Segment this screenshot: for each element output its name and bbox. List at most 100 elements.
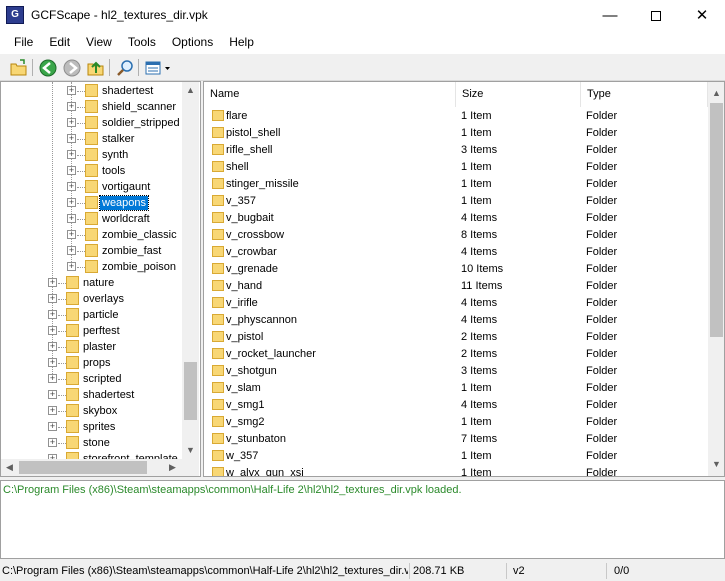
expand-icon[interactable]: + [48,310,57,319]
minimize-button[interactable]: — [587,0,633,31]
expand-icon[interactable]: + [48,342,57,351]
menu-file[interactable]: File [6,31,41,54]
list-vertical-scrollbar[interactable]: ▲ ▼ [708,82,724,476]
tree-item[interactable]: + zombie_poison [1,259,181,275]
close-button[interactable]: ✕ [679,0,725,31]
expand-icon[interactable]: + [48,294,57,303]
maximize-button[interactable] [633,0,679,31]
expand-icon[interactable]: + [67,262,76,271]
tree-item[interactable]: + skybox [1,403,181,419]
list-item[interactable]: flare 1 Item Folder [204,107,708,124]
scroll-left-icon[interactable]: ◀ [1,459,18,476]
tree-item[interactable]: + shadertest [1,387,181,403]
list-item[interactable]: v_shotgun 3 Items Folder [204,362,708,379]
tree-item[interactable]: + stone [1,435,181,451]
menu-edit[interactable]: Edit [41,31,78,54]
expand-icon[interactable]: + [67,166,76,175]
expand-icon[interactable]: + [48,406,57,415]
up-folder-button[interactable] [86,58,106,78]
expand-icon[interactable]: + [67,102,76,111]
tree-hscroll-thumb[interactable] [19,461,147,474]
expand-icon[interactable]: + [48,326,57,335]
list-item[interactable]: w_alyx_gun_xsi 1 Item Folder [204,464,708,476]
tree-item[interactable]: + overlays [1,291,181,307]
expand-icon[interactable]: + [67,230,76,239]
file-list[interactable]: Name Size Type flare 1 Item Folder pistol_s… [203,81,725,477]
scroll-down-icon[interactable]: ▼ [182,442,199,459]
list-item[interactable]: stinger_missile 1 Item Folder [204,175,708,192]
console-log[interactable]: C:\Program Files (x86)\Steam\steamapps\c… [0,480,725,559]
list-item[interactable]: shell 1 Item Folder [204,158,708,175]
menu-help[interactable]: Help [221,31,262,54]
list-item[interactable]: v_smg1 4 Items Folder [204,396,708,413]
tree-item[interactable]: + worldcraft [1,211,181,227]
list-item[interactable]: v_smg2 1 Item Folder [204,413,708,430]
tree-item[interactable]: + particle [1,307,181,323]
forward-button[interactable] [62,58,82,78]
list-item[interactable]: v_crossbow 8 Items Folder [204,226,708,243]
list-item[interactable]: v_physcannon 4 Items Folder [204,311,708,328]
list-scroll-thumb[interactable] [710,103,723,337]
tree-item[interactable]: + stalker [1,131,181,147]
expand-icon[interactable]: + [67,150,76,159]
menu-tools[interactable]: Tools [120,31,164,54]
open-button[interactable] [9,58,29,78]
tree-item[interactable]: + vortigaunt [1,179,181,195]
expand-icon[interactable]: + [48,278,57,287]
expand-icon[interactable]: + [67,134,76,143]
tree-horizontal-scrollbar[interactable]: ◀ ▶ [1,459,182,476]
expand-icon[interactable]: + [48,422,57,431]
column-header-type[interactable]: Type [581,82,708,107]
expand-icon[interactable]: + [67,182,76,191]
tree-item[interactable]: + props [1,355,181,371]
expand-icon[interactable]: + [67,118,76,127]
expand-icon[interactable]: + [67,246,76,255]
folder-tree[interactable]: + shadertest + shield_scanner + soldier_strip… [0,81,201,477]
tree-item[interactable]: + synth [1,147,181,163]
tree-item[interactable]: + zombie_fast [1,243,181,259]
tree-item[interactable]: + nature [1,275,181,291]
list-item[interactable]: v_crowbar 4 Items Folder [204,243,708,260]
tree-vertical-scrollbar[interactable]: ▲ ▼ [182,82,199,459]
tree-item[interactable]: + plaster [1,339,181,355]
list-item[interactable]: v_rocket_launcher 2 Items Folder [204,345,708,362]
scroll-up-icon[interactable]: ▲ [182,82,199,99]
back-button[interactable] [38,58,58,78]
list-item[interactable]: v_stunbaton 7 Items Folder [204,430,708,447]
list-item[interactable]: v_bugbait 4 Items Folder [204,209,708,226]
expand-icon[interactable]: + [48,390,57,399]
expand-icon[interactable]: + [48,438,57,447]
expand-icon[interactable]: + [67,198,76,207]
expand-icon[interactable]: + [67,214,76,223]
search-button[interactable] [115,58,135,78]
tree-item[interactable]: + scripted [1,371,181,387]
list-item[interactable]: v_irifle 4 Items Folder [204,294,708,311]
menu-options[interactable]: Options [164,31,221,54]
scroll-down-icon[interactable]: ▼ [708,456,724,473]
view-mode-button[interactable] [144,58,174,78]
list-item[interactable]: v_pistol 2 Items Folder [204,328,708,345]
tree-item[interactable]: + sprites [1,419,181,435]
tree-item[interactable]: + zombie_classic [1,227,181,243]
scroll-up-icon[interactable]: ▲ [708,85,724,102]
tree-item[interactable]: + perftest [1,323,181,339]
column-header-name[interactable]: Name [204,82,456,107]
list-item[interactable]: v_hand 11 Items Folder [204,277,708,294]
expand-icon[interactable]: + [67,86,76,95]
tree-item[interactable]: + shadertest [1,83,181,99]
list-item[interactable]: pistol_shell 1 Item Folder [204,124,708,141]
list-item[interactable]: rifle_shell 3 Items Folder [204,141,708,158]
tree-item[interactable]: + shield_scanner [1,99,181,115]
list-item[interactable]: v_grenade 10 Items Folder [204,260,708,277]
expand-icon[interactable]: + [48,374,57,383]
menu-view[interactable]: View [78,31,120,54]
expand-icon[interactable]: + [48,358,57,367]
tree-scroll-thumb[interactable] [184,362,197,420]
tree-item[interactable]: + soldier_stripped [1,115,181,131]
list-item[interactable]: w_357 1 Item Folder [204,447,708,464]
tree-item[interactable]: + weapons [1,195,181,211]
tree-item[interactable]: + tools [1,163,181,179]
column-header-size[interactable]: Size [456,82,581,107]
list-item[interactable]: v_357 1 Item Folder [204,192,708,209]
scroll-right-icon[interactable]: ▶ [164,459,181,476]
